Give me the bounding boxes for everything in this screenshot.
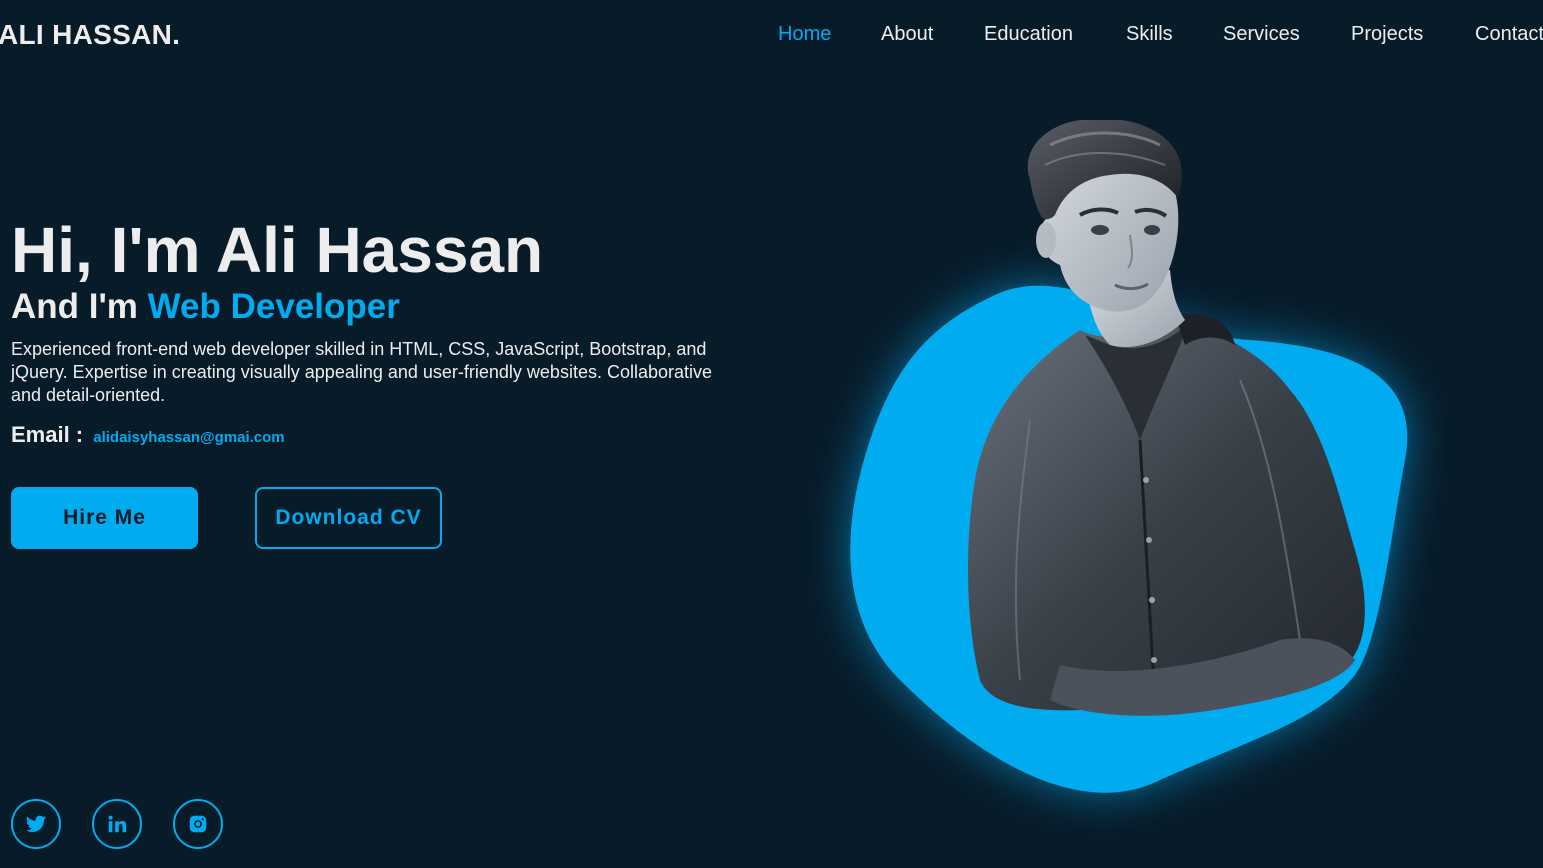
instagram-icon — [189, 815, 207, 833]
instagram-link[interactable] — [173, 799, 223, 849]
email-row: Email : alidaisyhassan@gmai.com — [11, 422, 751, 448]
role-text: Web Developer — [147, 287, 400, 326]
download-cv-button[interactable]: Download CV — [255, 487, 442, 549]
twitter-link[interactable] — [11, 799, 61, 849]
nav-skills[interactable]: Skills — [1126, 23, 1173, 46]
profile-portrait — [850, 120, 1408, 793]
linkedin-icon — [108, 815, 127, 833]
nav-home[interactable]: Home — [778, 23, 831, 46]
twitter-icon — [25, 815, 47, 833]
email-label: Email : — [11, 422, 90, 447]
hero-heading: Hi, I'm Ali Hassan — [11, 214, 544, 286]
nav-education[interactable]: Education — [984, 23, 1073, 46]
hero-description: Experienced front-end web developer skil… — [11, 339, 713, 405]
nav-services[interactable]: Services — [1223, 23, 1300, 46]
email-link[interactable]: alidaisyhassan@gmai.com — [93, 429, 284, 446]
subheading-prefix: And I'm — [11, 287, 148, 326]
nav-about[interactable]: About — [881, 23, 933, 46]
nav-contact[interactable]: Contact — [1475, 23, 1543, 46]
site-header: ALI HASSAN. Home About Education Skills … — [0, 0, 1543, 72]
nav-projects[interactable]: Projects — [1351, 23, 1423, 46]
linkedin-link[interactable] — [92, 799, 142, 849]
hire-me-button[interactable]: Hire Me — [11, 487, 198, 549]
logo[interactable]: ALI HASSAN. — [0, 19, 180, 51]
hero-content: Hi, I'm Ali Hassan And I'm Web Developer… — [11, 210, 751, 448]
hero-subheading: And I'm Web Developer — [11, 286, 751, 328]
